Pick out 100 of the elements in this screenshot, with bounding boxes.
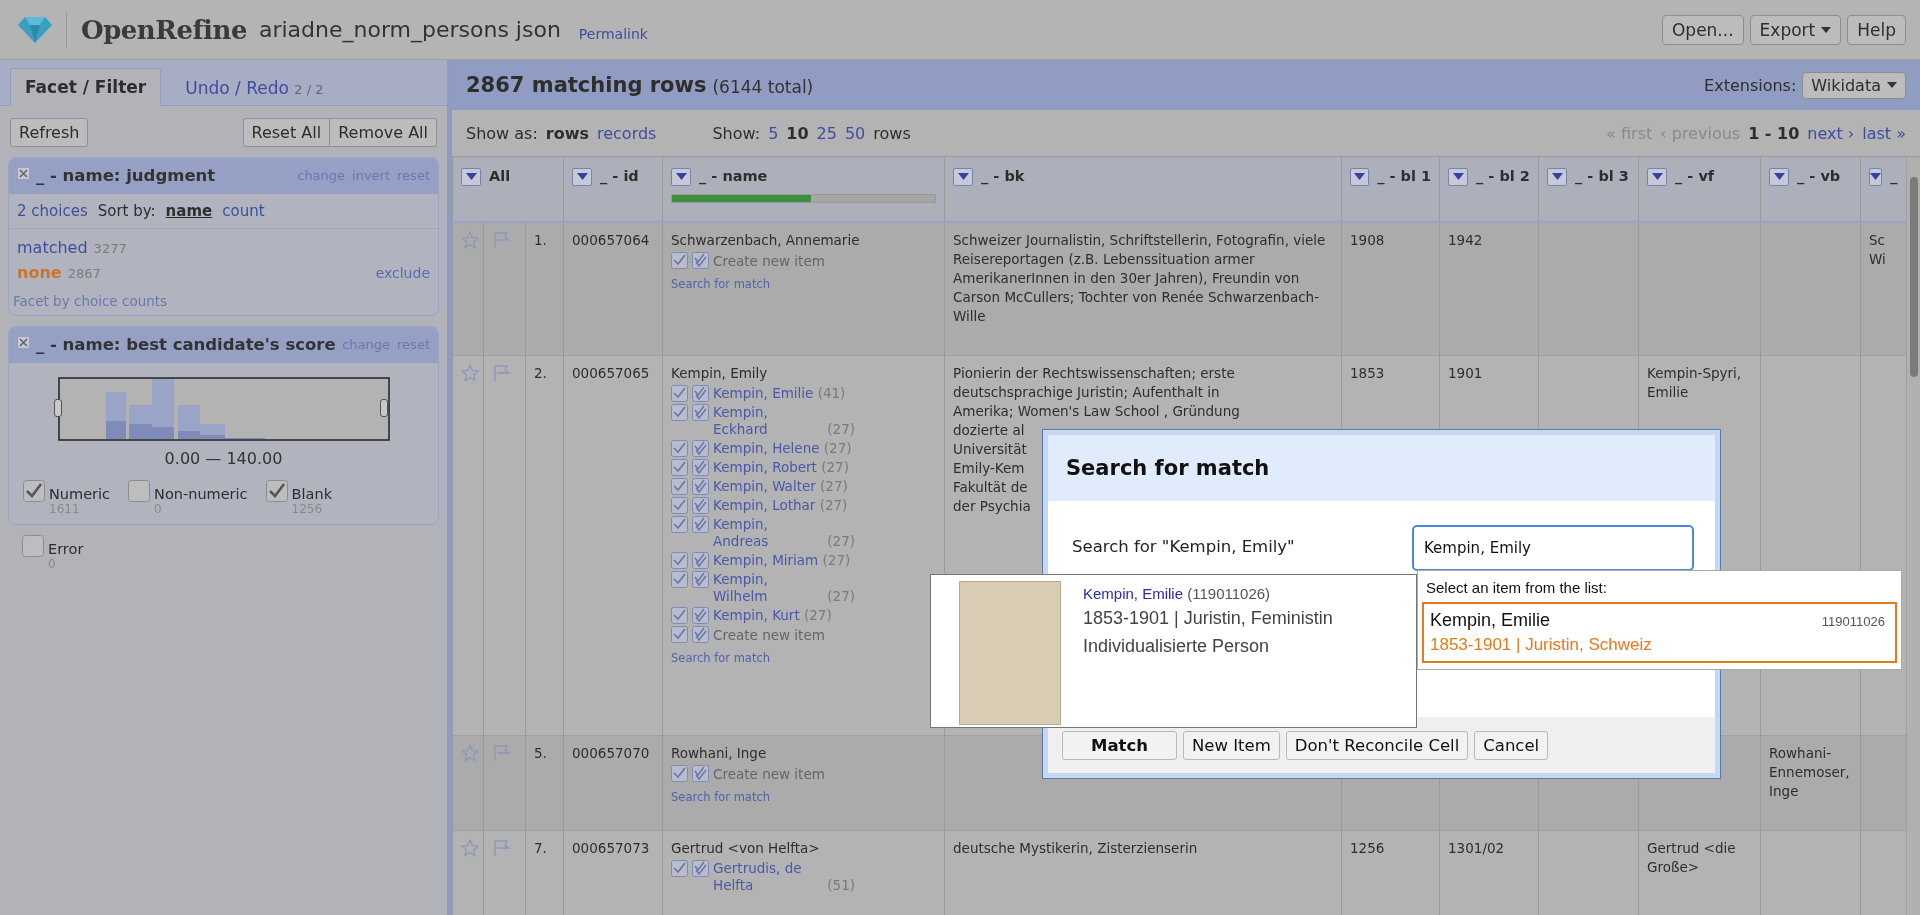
column-menu-button[interactable] [572, 167, 593, 186]
preview-name-link[interactable]: Kempin, Emilie [1083, 585, 1184, 602]
page-size-link[interactable]: 10 [786, 123, 809, 143]
close-icon[interactable] [17, 336, 30, 349]
checkbox-icon[interactable] [671, 458, 689, 476]
candidate-link[interactable]: Kempin, Kurt [713, 606, 800, 624]
close-icon[interactable] [17, 167, 30, 180]
sort-option[interactable]: count [222, 202, 265, 220]
create-new-item[interactable]: Create new item [713, 625, 825, 645]
choices-count-link[interactable]: 2 choices [17, 202, 88, 220]
reset-all-button[interactable]: Reset All [242, 118, 331, 147]
star-icon[interactable] [461, 363, 479, 382]
page-size-link[interactable]: 5 [768, 123, 779, 143]
column-menu-button[interactable] [953, 167, 974, 186]
candidate-link[interactable]: Kempin, Robert [713, 458, 817, 476]
page-size-link[interactable]: 25 [816, 123, 837, 143]
double-check-icon[interactable] [692, 477, 710, 495]
star-icon[interactable] [461, 838, 479, 857]
search-for-match-link[interactable]: Search for match [671, 275, 771, 294]
column-menu-button[interactable] [1547, 167, 1568, 186]
column-menu-button[interactable] [1769, 167, 1790, 186]
facet-by-counts-link[interactable]: Facet by choice counts [9, 289, 438, 315]
checkbox-icon[interactable] [671, 515, 689, 533]
checkbox[interactable] [22, 535, 44, 557]
app-logo-text[interactable]: OpenRefine [81, 14, 247, 45]
header-button[interactable]: Help [1847, 14, 1906, 45]
dialog-button[interactable]: Don't Reconcile Cell [1285, 730, 1469, 760]
column-menu-button[interactable] [1448, 167, 1469, 186]
checkbox-icon[interactable] [671, 625, 689, 643]
flag-icon[interactable] [492, 231, 512, 249]
dialog-button[interactable]: New Item [1182, 730, 1280, 760]
double-check-icon[interactable] [692, 570, 710, 588]
double-check-icon[interactable] [692, 384, 710, 402]
double-check-icon[interactable] [692, 606, 710, 624]
double-check-icon[interactable] [692, 458, 710, 476]
tab[interactable]: Facet / Filter [10, 68, 162, 106]
candidate-link[interactable]: Kempin, Wilhelm [713, 570, 824, 605]
candidate-link[interactable]: Kempin, Emilie [713, 384, 814, 402]
column-menu-button[interactable] [461, 167, 481, 186]
flag-icon[interactable] [492, 838, 512, 857]
double-check-icon[interactable] [692, 496, 710, 514]
search-for-match-link[interactable]: Search for match [671, 648, 771, 668]
exclude-link[interactable]: exclude [375, 265, 430, 281]
double-check-icon[interactable] [692, 765, 710, 782]
flag-icon[interactable] [492, 363, 512, 382]
range-handle[interactable] [54, 399, 62, 417]
checkbox-icon[interactable] [671, 403, 689, 421]
checkbox-icon[interactable] [671, 551, 689, 569]
checkbox-icon[interactable] [671, 439, 689, 457]
tab[interactable]: Undo / Redo 2 / 2 [171, 70, 338, 106]
flag-icon[interactable] [492, 744, 512, 762]
view-mode-link[interactable]: records [597, 123, 657, 143]
checkbox-icon[interactable] [671, 765, 689, 782]
double-check-icon[interactable] [692, 439, 710, 457]
double-check-icon[interactable] [692, 252, 710, 269]
double-check-icon[interactable] [692, 551, 710, 569]
dialog-button[interactable]: Match [1062, 730, 1177, 760]
checkbox-icon[interactable] [671, 859, 689, 877]
create-new-item[interactable]: Create new item [713, 252, 825, 271]
refresh-button[interactable]: Refresh [10, 118, 89, 147]
column-menu-button[interactable] [1350, 167, 1370, 186]
range-handle[interactable] [380, 399, 388, 417]
checked-checkbox[interactable] [23, 480, 45, 502]
candidate-link[interactable]: Gertrudis, de Helfta [713, 859, 824, 894]
checkbox-icon[interactable] [671, 570, 689, 588]
search-input[interactable]: Kempin, Emily [1412, 525, 1694, 571]
remove-all-button[interactable]: Remove All [330, 118, 437, 147]
pager-link[interactable]: next › [1807, 123, 1855, 143]
candidate-link[interactable]: Kempin, Walter [713, 477, 816, 495]
candidate-link[interactable]: Kempin, Eckhard [713, 403, 824, 438]
double-check-icon[interactable] [692, 859, 710, 877]
suggestion-item[interactable]: Kempin, Emilie 119011026 1853-1901 | Juristin, Schweiz [1422, 602, 1897, 663]
column-menu-button[interactable] [1647, 167, 1668, 186]
double-check-icon[interactable] [692, 403, 710, 421]
extensions-menu-button[interactable]: Wikidata [1802, 71, 1906, 99]
checkbox-icon[interactable] [671, 496, 689, 514]
candidate-link[interactable]: Kempin, Miriam [713, 551, 819, 569]
dialog-button[interactable]: Cancel [1474, 730, 1549, 760]
permalink-link[interactable]: Permalink [578, 25, 648, 42]
search-for-match-link[interactable]: Search for match [671, 788, 771, 807]
candidate-link[interactable]: Kempin, Helene [713, 439, 820, 457]
create-new-item[interactable]: Create new item [713, 765, 825, 784]
checkbox[interactable] [128, 480, 151, 502]
checkbox-icon[interactable] [671, 384, 689, 402]
column-menu-button[interactable] [1869, 167, 1883, 186]
candidate-link[interactable]: Kempin, Andreas [713, 515, 824, 550]
header-button[interactable]: Open... [1661, 14, 1744, 45]
checkbox-icon[interactable] [671, 606, 689, 624]
star-icon[interactable] [461, 744, 479, 762]
facet-choice[interactable]: matched [17, 238, 88, 257]
checkbox-icon[interactable] [671, 252, 689, 269]
project-name[interactable]: ariadne_norm_persons json [258, 17, 561, 42]
star-icon[interactable] [461, 231, 479, 249]
menu-button[interactable]: Export [1749, 14, 1842, 45]
checked-checkbox[interactable] [265, 480, 288, 502]
sort-option[interactable]: name [165, 202, 213, 220]
view-mode-link[interactable]: rows [545, 123, 589, 143]
double-check-icon[interactable] [692, 515, 710, 533]
page-size-link[interactable]: 50 [844, 123, 866, 143]
pager-link[interactable]: last » [1862, 123, 1906, 143]
